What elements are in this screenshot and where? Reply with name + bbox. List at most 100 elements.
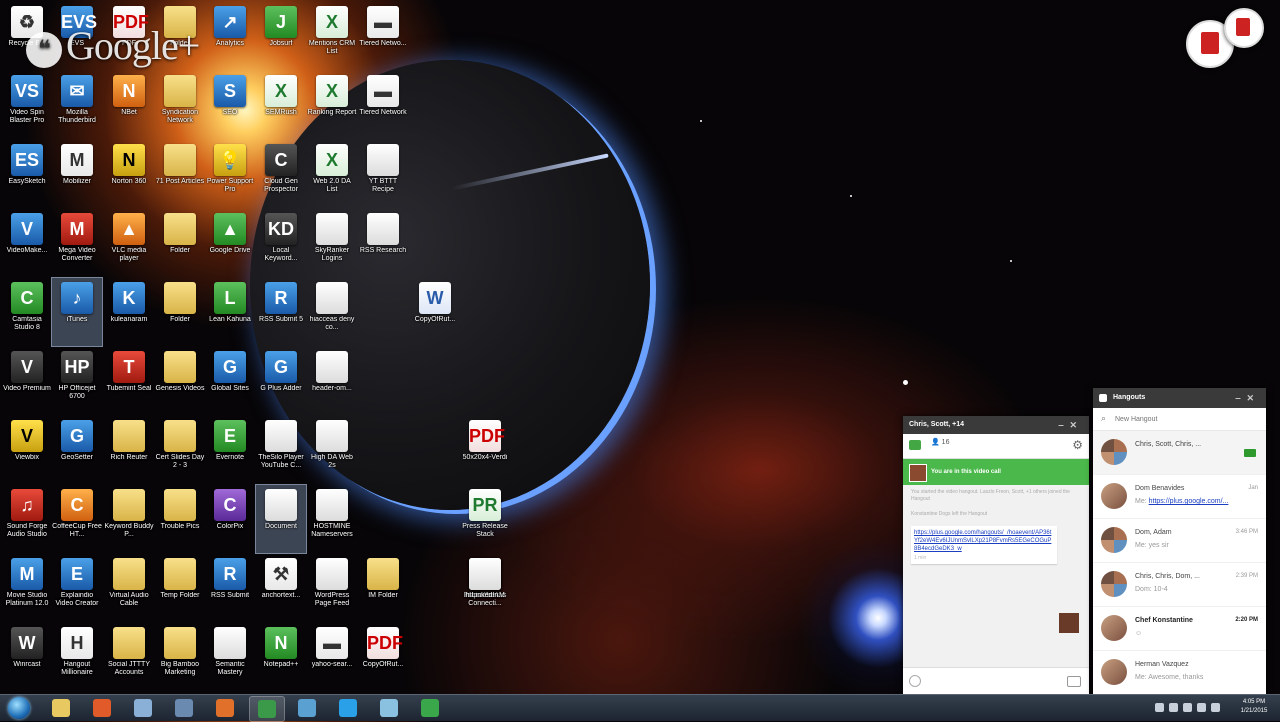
video-call-icon[interactable] [1244,449,1256,457]
desktop-icon[interactable]: ↗ Analytics [205,2,255,70]
desktop-icon[interactable]: N NBet [104,71,154,139]
desktop-icon[interactable]: X Mentions CRM List [307,2,357,70]
emoji-icon[interactable] [909,675,921,687]
desktop-icon[interactable]: M Mobilizer [52,140,102,208]
desktop-icon[interactable]: HP HP Officejet 6700 [52,347,102,415]
desktop-icon[interactable]: LinkedIn Connecti... [460,554,510,622]
desktop-icon[interactable]: 71 Post Articles [155,140,205,208]
desktop-icon[interactable]: H Hangout Millionaire [52,623,102,691]
desktop-icon[interactable]: G G Plus Adder [256,347,306,415]
desktop-icon[interactable]: G GeoSetter [52,416,102,484]
desktop-icon[interactable]: ▬ Tiered Network [358,71,408,139]
desktop-icon[interactable]: Temp Folder [155,554,205,622]
taskbar-skype-button[interactable] [331,696,365,720]
desktop-icon[interactable]: T Tubemint Seal [104,347,154,415]
desktop-icon[interactable]: header-om... [307,347,357,415]
hangout-row[interactable]: Chris, Scott, Chris, ... [1093,431,1266,475]
desktop-icon[interactable]: Social JTTTY Accounts [104,623,154,691]
hangout-row[interactable]: Chef Konstantine ☺ 2:20 PM [1093,607,1266,651]
chat-header[interactable]: Chris, Scott, +14 ‒✕ [903,416,1089,434]
desktop-icon[interactable]: S SEO [205,71,255,139]
desktop-icon[interactable]: ▬ yahoo-sear... [307,623,357,691]
video-call-icon[interactable] [909,440,921,450]
desktop-icon[interactable]: PDF CopyOfRut... [358,623,408,691]
camera-icon[interactable] [1067,676,1081,687]
desktop-icon[interactable]: IM Folder [358,554,408,622]
desktop-icon[interactable]: High DA Web 2s [307,416,357,484]
desktop-icon[interactable]: SkyRanker Logins [307,209,357,277]
desktop-icon[interactable]: C Camtasia Studio 8 [2,278,52,346]
desktop-icon[interactable]: X Web 2.0 DA List [307,140,357,208]
desktop-icon[interactable]: TheSilo Player YouTube C... [256,416,306,484]
taskbar-explorer-button[interactable] [44,696,78,720]
desktop-icon[interactable]: ▬ Tiered Netwo... [358,2,408,70]
start-button[interactable] [4,695,34,721]
desktop-icon[interactable]: V Video Premium [2,347,52,415]
hangout-row[interactable]: Dom Benavides Me: https://plus.google.com… [1093,475,1266,519]
hangouts-window-controls[interactable]: ‒✕ [1235,388,1260,408]
desktop-icon[interactable]: N Notepad++ [256,623,306,691]
desktop-icon[interactable]: hiacceas deny co... [307,278,357,346]
desktop-icon[interactable]: J Jobsurf [256,2,306,70]
hangout-row[interactable]: Chris, Chris, Dom, ... Dom: 10-4 2:39 PM [1093,563,1266,607]
desktop-icon[interactable]: C Cloud Gen Prospector [256,140,306,208]
desktop-icon[interactable]: WordPress Page Feed [307,554,357,622]
desktop-icon[interactable]: ⚒ anchortext... [256,554,306,622]
participants-count[interactable]: 👤 16 [931,438,949,446]
desktop-icon[interactable]: N Norton 360 [104,140,154,208]
desktop-icon[interactable]: V VideoMake... [2,209,52,277]
windows-start-icon[interactable] [8,697,30,719]
desktop-icon[interactable]: C CoffeeCup Free HT... [52,485,102,553]
new-hangout-input[interactable] [1115,412,1245,426]
tray-icon[interactable] [1183,703,1192,712]
desktop-icon[interactable]: V Viewbix [2,416,52,484]
tray-icon[interactable] [1155,703,1164,712]
taskbar-hangouts-button[interactable] [413,696,447,720]
hangout-link[interactable]: https://plus.google.com/hangouts/_/hoaev… [914,529,1054,553]
desktop-icon[interactable]: Rich Reuter [104,416,154,484]
desktop-icon[interactable]: W CopyOfRut... [410,278,460,346]
desktop-icon[interactable]: Syndication Network [155,71,205,139]
taskbar-media-button[interactable] [85,696,119,720]
desktop-icon[interactable]: Big Bamboo Marketing [155,623,205,691]
desktop-icon[interactable]: E Evernote [205,416,255,484]
video-call-banner[interactable]: You are in this video call [903,459,1089,485]
desktop-icon[interactable]: ✉ Mozilla Thunderbird [52,71,102,139]
chat-window-controls[interactable]: ‒✕ [1058,416,1083,434]
tray-icon[interactable] [1169,703,1178,712]
chat-input-bar[interactable] [903,667,1089,694]
desktop-icon[interactable]: C ColorPix [205,485,255,553]
desktop-icon[interactable]: E Explaindio Video Creator [52,554,102,622]
desktop-icon[interactable]: M Mega Video Converter [52,209,102,277]
taskbar-app-button[interactable] [126,696,160,720]
desktop-icon[interactable]: Cert Slides Day 2 - 3 [155,416,205,484]
desktop-icon[interactable]: RSS Research [358,209,408,277]
desktop-icon[interactable]: R RSS Submit [205,554,255,622]
gear-icon[interactable]: ⚙ [1072,438,1083,452]
desktop-icon[interactable]: Folder [155,209,205,277]
desktop-icon[interactable]: R RSS Submit 5 [256,278,306,346]
network-icon[interactable] [1197,703,1206,712]
desktop-icon[interactable]: Keyword Buddy P... [104,485,154,553]
desktop-icon[interactable]: 💡 Power Support Pro [205,140,255,208]
desktop-icon[interactable]: ♫ Sound Forge Audio Studio [2,485,52,553]
desktop-icon[interactable]: KD Local Keyword... [256,209,306,277]
volume-icon[interactable] [1211,703,1220,712]
desktop-icon[interactable]: YT BTTT Recipe [358,140,408,208]
app-badge-icon[interactable] [1224,8,1264,48]
desktop-icon[interactable]: G Global Sites [205,347,255,415]
desktop-icon[interactable]: PR Press Release Stack [460,485,510,553]
desktop-icon[interactable]: ▲ VLC media player [104,209,154,277]
desktop-icon[interactable]: Semantic Mastery [205,623,255,691]
desktop-icon[interactable]: PDF 50x20x4-Verdi [460,416,510,484]
desktop-icon[interactable]: ES EasySketch [2,140,52,208]
taskbar-app2-button[interactable] [372,696,406,720]
desktop-icon[interactable]: Trouble Pics [155,485,205,553]
taskbar-chrome-button[interactable] [249,696,285,722]
desktop-icon[interactable]: ▲ Google Drive [205,209,255,277]
desktop-icon[interactable]: Folder [155,278,205,346]
desktop-icon[interactable]: ♪ iTunes [51,277,103,347]
desktop-icon[interactable]: W Winrcast [2,623,52,691]
desktop-icon[interactable]: X SEMRush [256,71,306,139]
desktop-icon[interactable]: Kkuleanaram [104,278,154,346]
